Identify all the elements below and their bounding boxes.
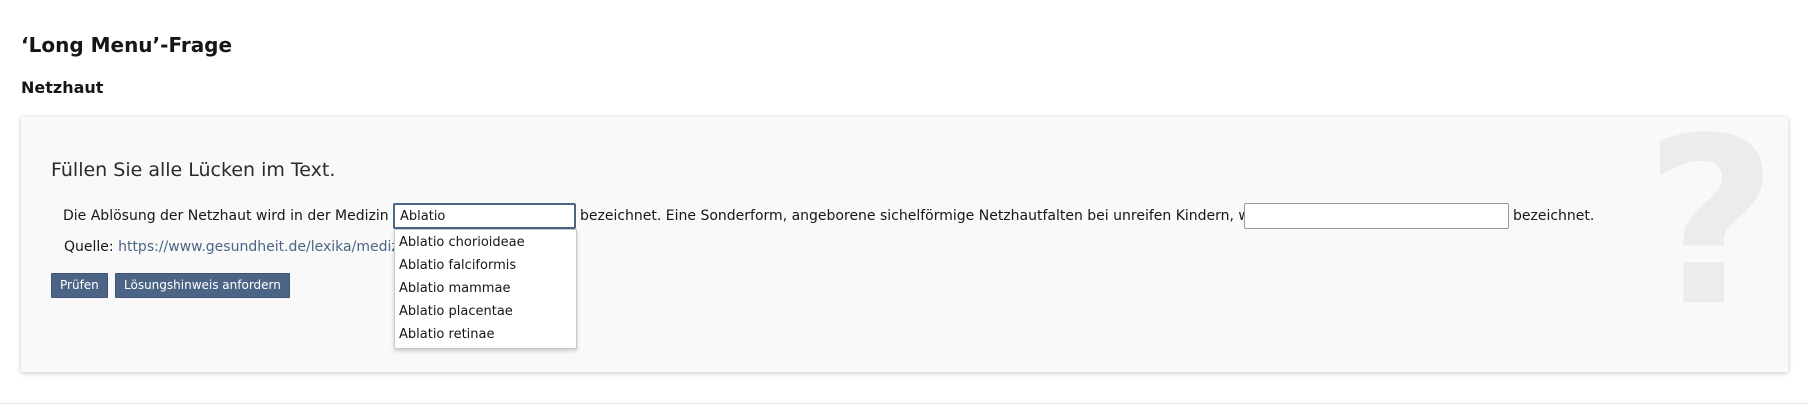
check-button[interactable]: Prüfen bbox=[51, 273, 108, 298]
page-title: ‘Long Menu’-Frage bbox=[21, 33, 233, 57]
source-link[interactable]: https://www.gesundheit.de/lexika/medizin… bbox=[118, 239, 416, 255]
question-title: Netzhaut bbox=[21, 78, 104, 97]
source-line: Quelle: https://www.gesundheit.de/lexika… bbox=[64, 237, 417, 257]
autocomplete-dropdown: Ablatio chorioideae Ablatio falciformis … bbox=[394, 229, 577, 349]
suggestion-item[interactable]: Ablatio retinae bbox=[395, 323, 576, 346]
question-panel: ? Füllen Sie alle Lücken im Text. Die Ab… bbox=[21, 117, 1788, 372]
question-text-part2: bezeichnet. Eine Sonderform, angeborene … bbox=[580, 208, 1293, 224]
suggestion-item[interactable]: Ablatio mammae bbox=[395, 277, 576, 300]
question-mark-icon: ? bbox=[1644, 117, 1778, 357]
question-text-part1: Die Ablösung der Netzhaut wird in der Me… bbox=[63, 208, 413, 224]
suggestion-item[interactable]: Ablatio falciformis bbox=[395, 254, 576, 277]
source-label: Quelle: bbox=[64, 239, 114, 255]
gap-1-input[interactable] bbox=[393, 203, 576, 229]
page: ‘Long Menu’-Frage Netzhaut ? Füllen Sie … bbox=[0, 0, 1808, 405]
suggestion-item[interactable]: Ablatio placentae bbox=[395, 300, 576, 323]
request-hint-button[interactable]: Lösungshinweis anfordern bbox=[115, 273, 290, 298]
page-bottom-divider bbox=[0, 403, 1808, 404]
question-instruction: Füllen Sie alle Lücken im Text. bbox=[51, 159, 336, 181]
question-text-part3: bezeichnet. bbox=[1513, 208, 1595, 224]
suggestion-item[interactable]: Ablatio chorioideae bbox=[395, 231, 576, 254]
gap-2-input[interactable] bbox=[1244, 203, 1509, 229]
